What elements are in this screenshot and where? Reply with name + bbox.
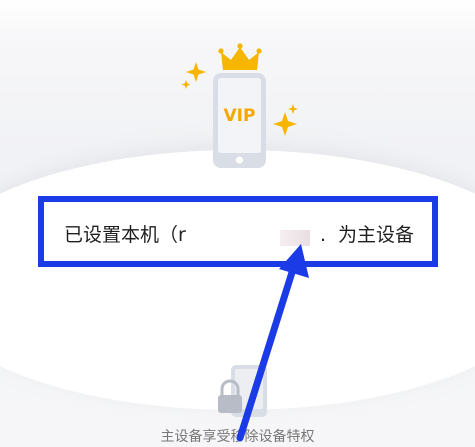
footer-icon-layer — [218, 365, 267, 417]
footer-caption: 主设备享受移除设备特权 — [160, 429, 315, 445]
screen: VIP 已设置本机（r . 为主设备 主设备享受移除设备特权 — [0, 0, 475, 447]
lock-phone-icon — [218, 365, 267, 417]
